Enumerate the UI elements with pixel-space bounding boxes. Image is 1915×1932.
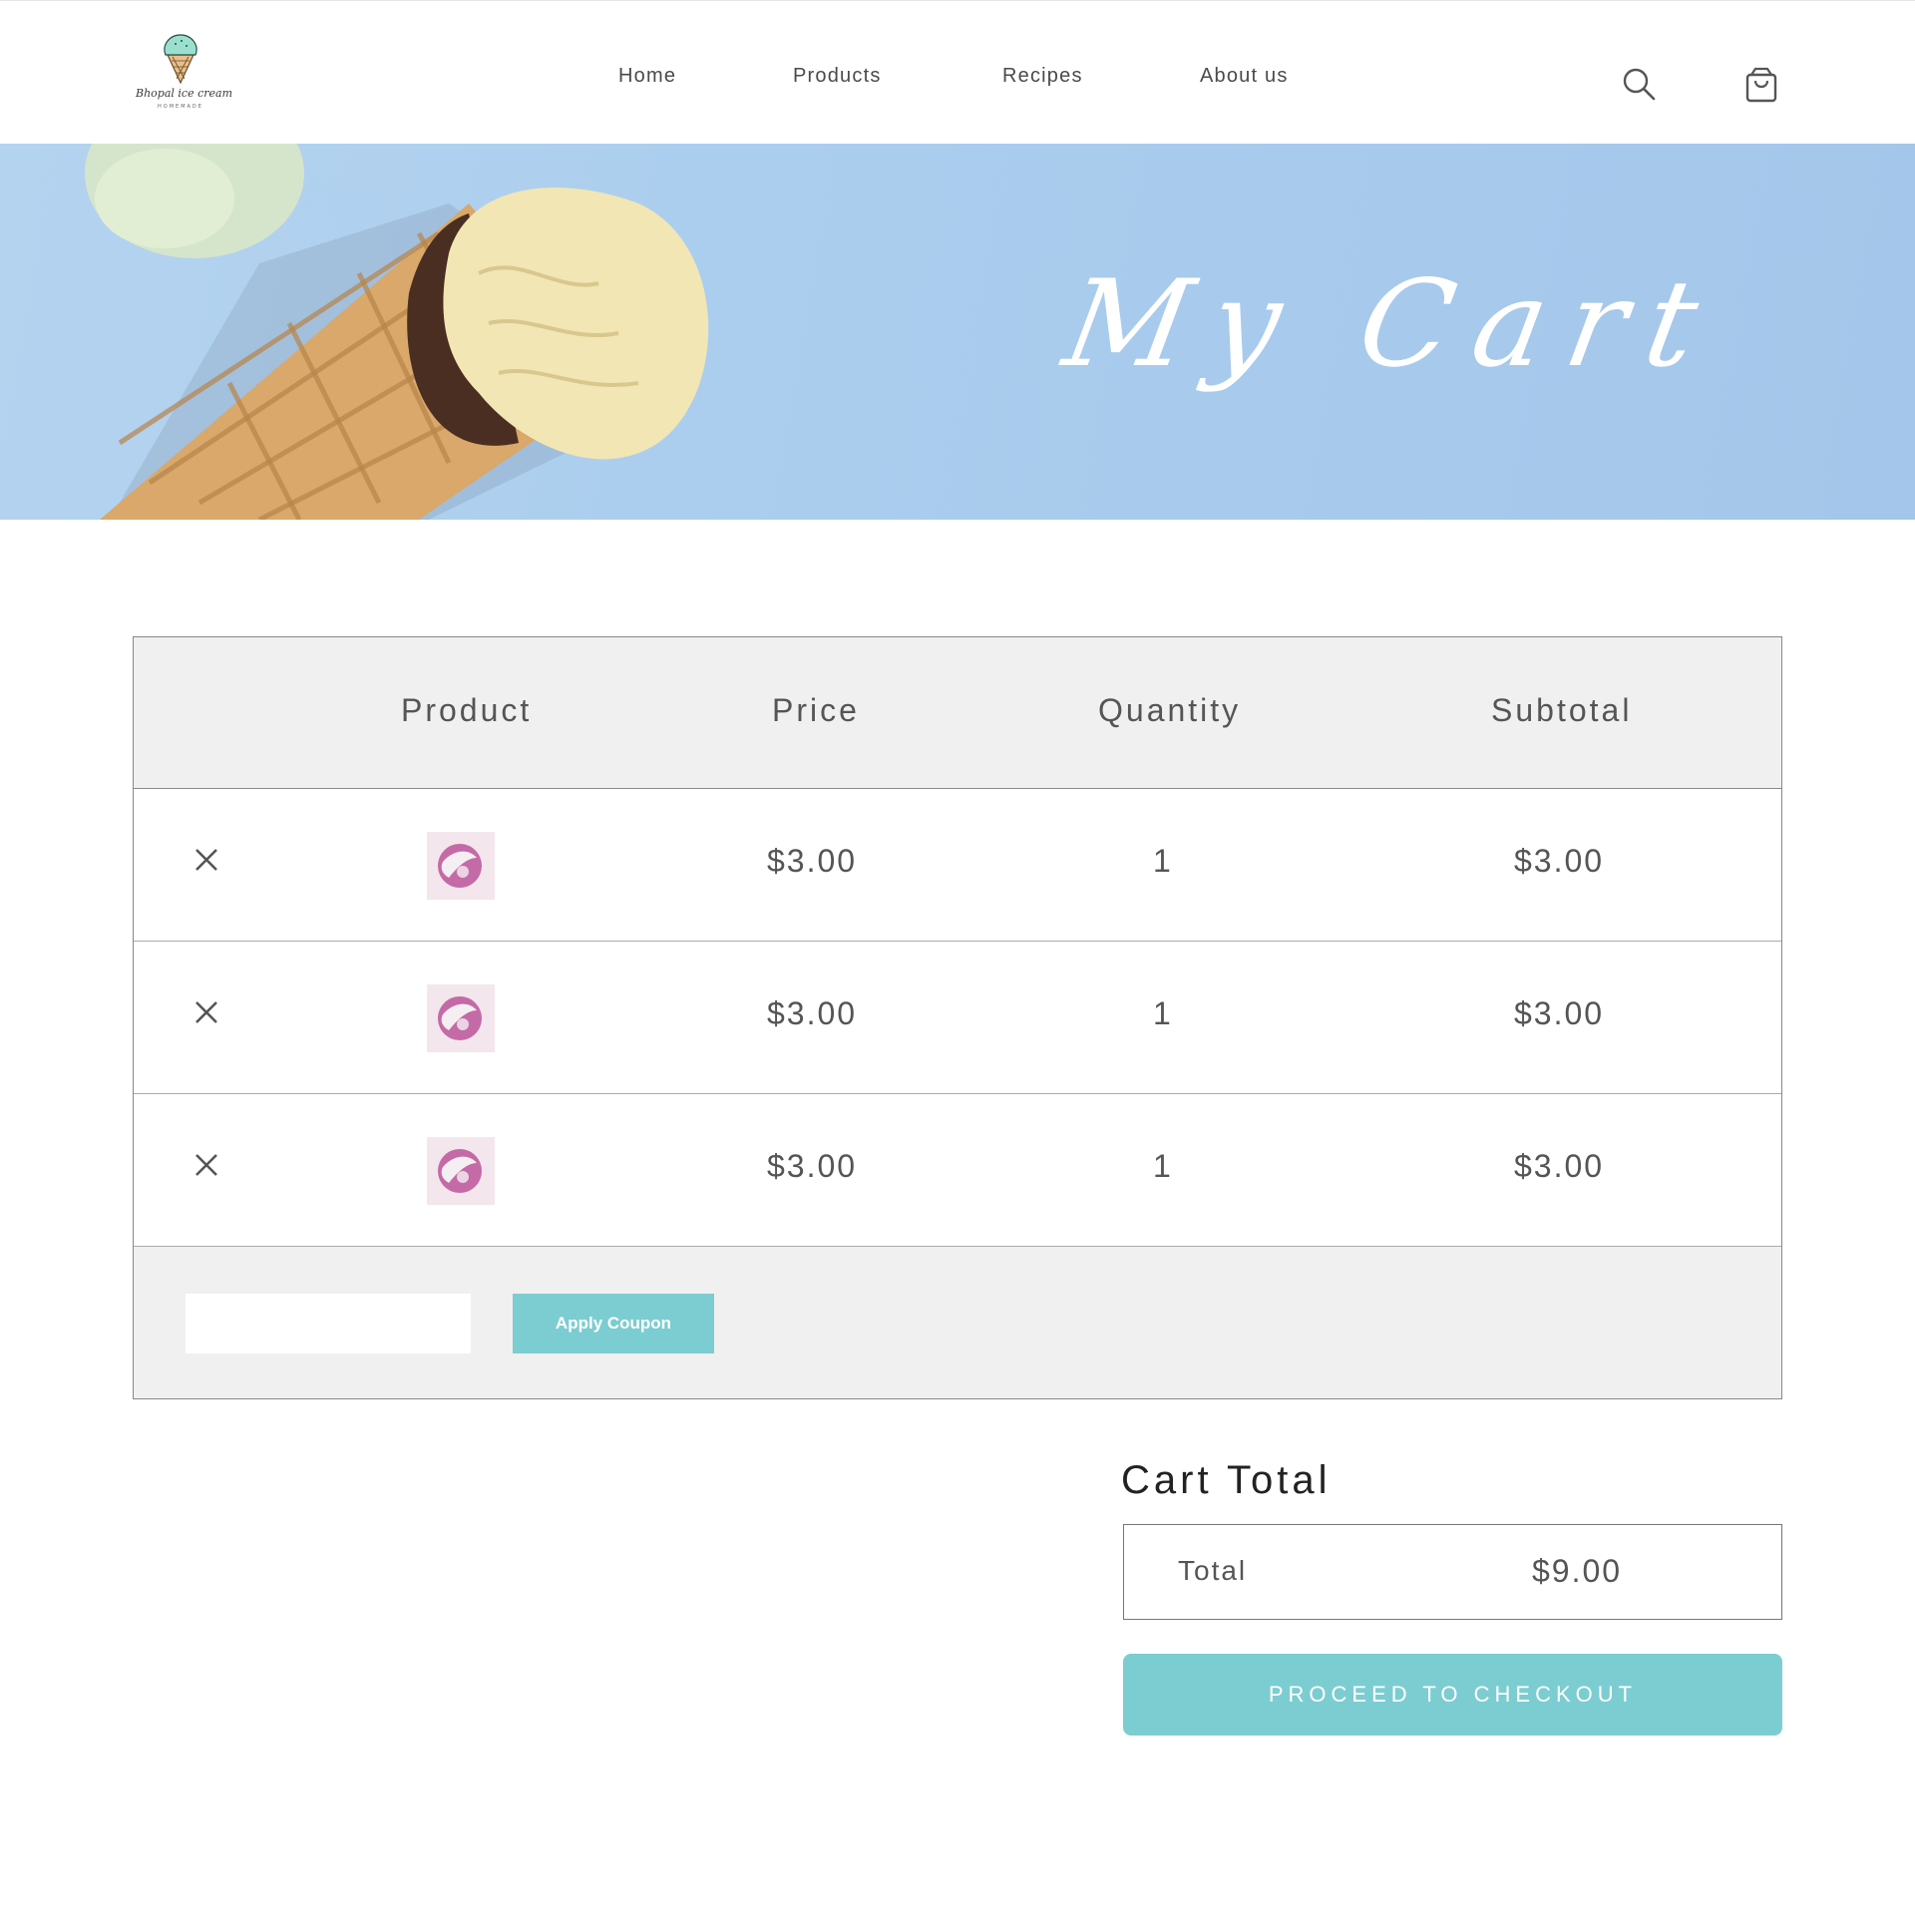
header-subtotal: Subtotal — [1491, 692, 1633, 728]
logo[interactable]: Bhopal ice cream HOMEMADE — [136, 31, 233, 117]
header-product: Product — [401, 692, 533, 728]
item-quantity[interactable]: 1 — [1153, 1148, 1173, 1185]
ice-cream-logo-icon — [164, 34, 197, 85]
hero-banner: My Cart — [0, 144, 1915, 520]
apply-coupon-button[interactable]: Apply Coupon — [513, 1294, 714, 1353]
remove-item-icon[interactable] — [193, 1152, 219, 1178]
item-quantity[interactable]: 1 — [1153, 995, 1173, 1032]
header-quantity: Quantity — [1098, 692, 1242, 728]
coupon-code-input[interactable] — [186, 1294, 471, 1353]
item-subtotal: $3.00 — [1514, 1148, 1605, 1184]
logo-tagline: HOMEMADE — [158, 104, 203, 110]
item-price: $3.00 — [767, 843, 858, 879]
item-price: $3.00 — [767, 1148, 858, 1184]
table-row: $3.00 1 $3.00 — [134, 789, 1781, 942]
item-subtotal: $3.00 — [1514, 995, 1605, 1031]
shopping-bag-icon[interactable] — [1745, 67, 1777, 103]
cart-total-box: Total $9.00 — [1123, 1524, 1782, 1620]
cart-total-title: Cart Total — [1121, 1458, 1332, 1502]
table-row: $3.00 1 $3.00 — [134, 1094, 1781, 1247]
logo-brand-text: Bhopal ice cream — [136, 87, 233, 100]
nav-about-us[interactable]: About us — [1200, 65, 1289, 88]
item-quantity[interactable]: 1 — [1153, 843, 1173, 880]
proceed-to-checkout-button[interactable]: PROCEED TO CHECKOUT — [1123, 1654, 1782, 1736]
nav-products[interactable]: Products — [793, 65, 882, 88]
remove-item-icon[interactable] — [193, 999, 219, 1025]
ice-cream-cone-image — [85, 144, 709, 520]
total-label: Total — [1178, 1555, 1248, 1586]
header-price: Price — [772, 692, 860, 728]
table-header: Product Price Quantity Subtotal — [134, 637, 1781, 789]
cart-table: Product Price Quantity Subtotal $3.00 1 … — [133, 636, 1782, 1399]
item-price: $3.00 — [767, 995, 858, 1031]
nav-recipes[interactable]: Recipes — [1002, 65, 1083, 88]
product-thumbnail[interactable] — [427, 832, 495, 900]
product-thumbnail[interactable] — [427, 984, 495, 1052]
search-icon[interactable] — [1622, 67, 1656, 101]
total-value: $9.00 — [1532, 1553, 1623, 1589]
site-header: Bhopal ice cream HOMEMADE Home Products … — [0, 0, 1915, 144]
table-row: $3.00 1 $3.00 — [134, 942, 1781, 1094]
nav-home[interactable]: Home — [618, 65, 676, 88]
coupon-row: Apply Coupon — [134, 1247, 1781, 1398]
remove-item-icon[interactable] — [193, 847, 219, 873]
item-subtotal: $3.00 — [1514, 843, 1605, 879]
hero-title: My Cart — [1054, 255, 1730, 394]
product-thumbnail[interactable] — [427, 1137, 495, 1205]
